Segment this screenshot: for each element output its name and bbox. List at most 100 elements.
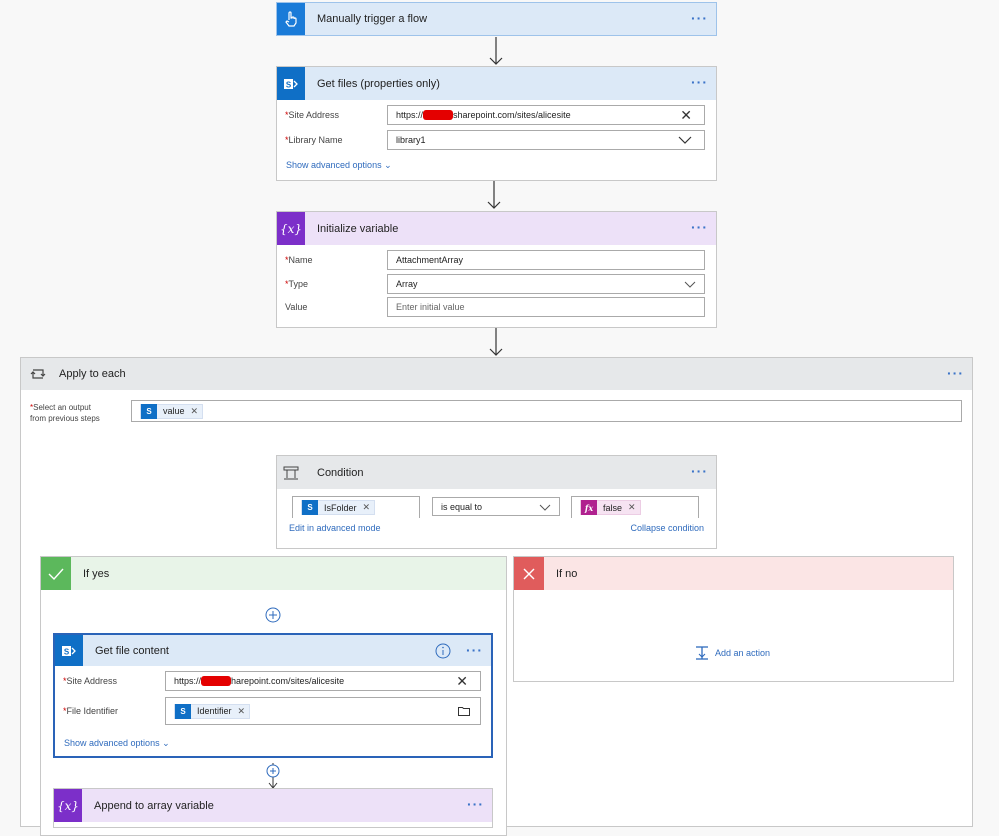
false-token-label: false	[603, 502, 623, 513]
if-no-branch[interactable]: If no Add an action	[513, 556, 954, 682]
site-address-input[interactable]: https:// harepoint.com/sites/alicesite ✕	[165, 671, 481, 691]
folder-icon[interactable]	[458, 706, 470, 716]
chevron-down-icon[interactable]	[678, 136, 692, 145]
connector-arrow-icon	[487, 181, 501, 209]
chevron-down-icon: ⌄	[162, 738, 170, 748]
redaction-mark	[201, 676, 232, 686]
checkmark-icon	[41, 557, 71, 590]
more-options-icon[interactable]: ···	[947, 366, 964, 380]
value-token-label: value	[163, 406, 185, 416]
condition-operator-select[interactable]: is equal to	[432, 497, 560, 516]
identifier-token[interactable]: S Identifier ✕	[174, 703, 251, 719]
get-file-content-title: Get file content	[95, 644, 169, 657]
if-no-header[interactable]: If no	[514, 557, 953, 590]
variable-icon: {𝑥}	[54, 789, 82, 822]
connector-arrow-icon	[489, 328, 503, 356]
close-icon	[514, 557, 544, 590]
sharepoint-icon: S	[277, 67, 305, 100]
sharepoint-icon: S	[175, 703, 191, 719]
identifier-token-label: Identifier	[197, 706, 232, 716]
remove-token-icon[interactable]: ✕	[628, 502, 636, 513]
remove-token-icon[interactable]: ✕	[191, 406, 199, 417]
more-options-icon[interactable]: ···	[691, 464, 708, 478]
site-address-prefix: https://	[174, 676, 202, 686]
get-files-header[interactable]: S Get files (properties only) ···	[277, 67, 716, 100]
false-token[interactable]: fx false ✕	[580, 500, 641, 515]
trigger-card[interactable]: Manually trigger a flow ···	[276, 2, 717, 36]
show-advanced-options-link[interactable]: Show advanced options ⌄	[286, 160, 392, 171]
add-action-label: Add an action	[715, 648, 771, 658]
edit-advanced-mode-link[interactable]: Edit in advanced mode	[289, 523, 381, 533]
connector-arrow-icon	[489, 37, 503, 65]
if-yes-branch[interactable]: If yes S Get file content ··· *Site Addr…	[40, 556, 507, 836]
value-token[interactable]: S value ✕	[140, 403, 204, 419]
trigger-title: Manually trigger a flow	[317, 13, 428, 25]
touch-icon	[277, 3, 305, 35]
svg-text:S: S	[286, 80, 292, 89]
redaction-mark	[423, 110, 454, 120]
if-yes-header[interactable]: If yes	[41, 557, 506, 590]
condition-title: Condition	[317, 466, 364, 479]
append-to-array-card[interactable]: {𝑥} Append to array variable ···	[53, 788, 493, 828]
variable-value-placeholder: Enter initial value	[396, 302, 465, 312]
more-options-icon[interactable]: ···	[466, 643, 483, 657]
initialize-variable-card[interactable]: {𝑥} Initialize variable ··· *Name Attach…	[276, 211, 717, 328]
add-step-icon[interactable]	[265, 763, 281, 789]
more-options-icon[interactable]: ···	[691, 11, 708, 25]
sharepoint-icon: S	[141, 403, 157, 419]
condition-right-operand[interactable]: fx false ✕	[571, 496, 699, 518]
chevron-down-icon[interactable]	[684, 281, 696, 289]
apply-to-each-header[interactable]: Apply to each ···	[21, 358, 972, 390]
append-to-array-title: Append to array variable	[94, 799, 214, 812]
sharepoint-icon: S	[55, 635, 83, 666]
variable-icon: {𝑥}	[277, 212, 305, 245]
clear-icon[interactable]: ✕	[680, 107, 692, 124]
svg-text:S: S	[64, 647, 70, 656]
if-no-title: If no	[556, 567, 578, 580]
info-icon[interactable]	[435, 643, 451, 659]
show-advanced-options-link[interactable]: Show advanced options ⌄	[64, 738, 170, 749]
variable-value-input[interactable]: Enter initial value	[387, 297, 705, 317]
initialize-variable-header[interactable]: {𝑥} Initialize variable ···	[277, 212, 716, 245]
expression-icon: fx	[581, 500, 597, 515]
get-file-content-header[interactable]: S Get file content ···	[55, 635, 491, 666]
file-identifier-input[interactable]: S Identifier ✕	[165, 697, 481, 725]
more-options-icon[interactable]: ···	[467, 797, 484, 811]
select-output-input[interactable]: S value ✕	[131, 400, 962, 422]
variable-type-value: Array	[396, 279, 418, 289]
condition-card[interactable]: Condition ··· S IsFolder ✕ is equal to f…	[276, 455, 717, 549]
apply-to-each-card[interactable]: Apply to each ··· *Select an output from …	[20, 357, 973, 836]
get-files-card[interactable]: S Get files (properties only) ··· *Site …	[276, 66, 717, 181]
variable-type-label: *Type	[285, 279, 309, 289]
add-action-icon	[696, 646, 708, 660]
remove-token-icon[interactable]: ✕	[363, 502, 371, 513]
variable-type-select[interactable]: Array	[387, 274, 705, 294]
library-name-value: library1	[396, 135, 426, 145]
append-to-array-header[interactable]: {𝑥} Append to array variable ···	[54, 789, 492, 822]
clear-icon[interactable]: ✕	[456, 673, 468, 690]
site-address-label: *Site Address	[285, 110, 340, 120]
site-address-input[interactable]: https:// sharepoint.com/sites/alicesite ✕	[387, 105, 705, 125]
isfolder-token-label: IsFolder	[324, 502, 357, 513]
more-options-icon[interactable]: ···	[691, 220, 708, 234]
condition-left-operand[interactable]: S IsFolder ✕	[292, 496, 420, 518]
get-file-content-card[interactable]: S Get file content ··· *Site Address htt…	[53, 633, 493, 758]
collapse-condition-link[interactable]: Collapse condition	[630, 523, 704, 533]
apply-to-each-title: Apply to each	[59, 368, 126, 380]
variable-name-input[interactable]: AttachmentArray	[387, 250, 705, 270]
select-output-label: *Select an output from previous steps	[30, 403, 100, 423]
library-name-label: *Library Name	[285, 135, 343, 145]
more-options-icon[interactable]: ···	[691, 75, 708, 89]
add-step-icon[interactable]	[265, 607, 281, 623]
library-name-select[interactable]: library1	[387, 130, 705, 150]
condition-header[interactable]: Condition ···	[277, 456, 716, 489]
variable-value-label: Value	[285, 302, 308, 312]
add-action-button[interactable]: Add an action	[695, 646, 770, 660]
remove-token-icon[interactable]: ✕	[238, 706, 246, 717]
trigger-header[interactable]: Manually trigger a flow ···	[277, 3, 716, 35]
chevron-down-icon: ⌄	[384, 160, 392, 170]
variable-name-value: AttachmentArray	[396, 255, 464, 265]
isfolder-token[interactable]: S IsFolder ✕	[301, 500, 376, 515]
chevron-down-icon[interactable]	[539, 504, 551, 512]
site-address-suffix: harepoint.com/sites/alicesite	[231, 676, 345, 686]
